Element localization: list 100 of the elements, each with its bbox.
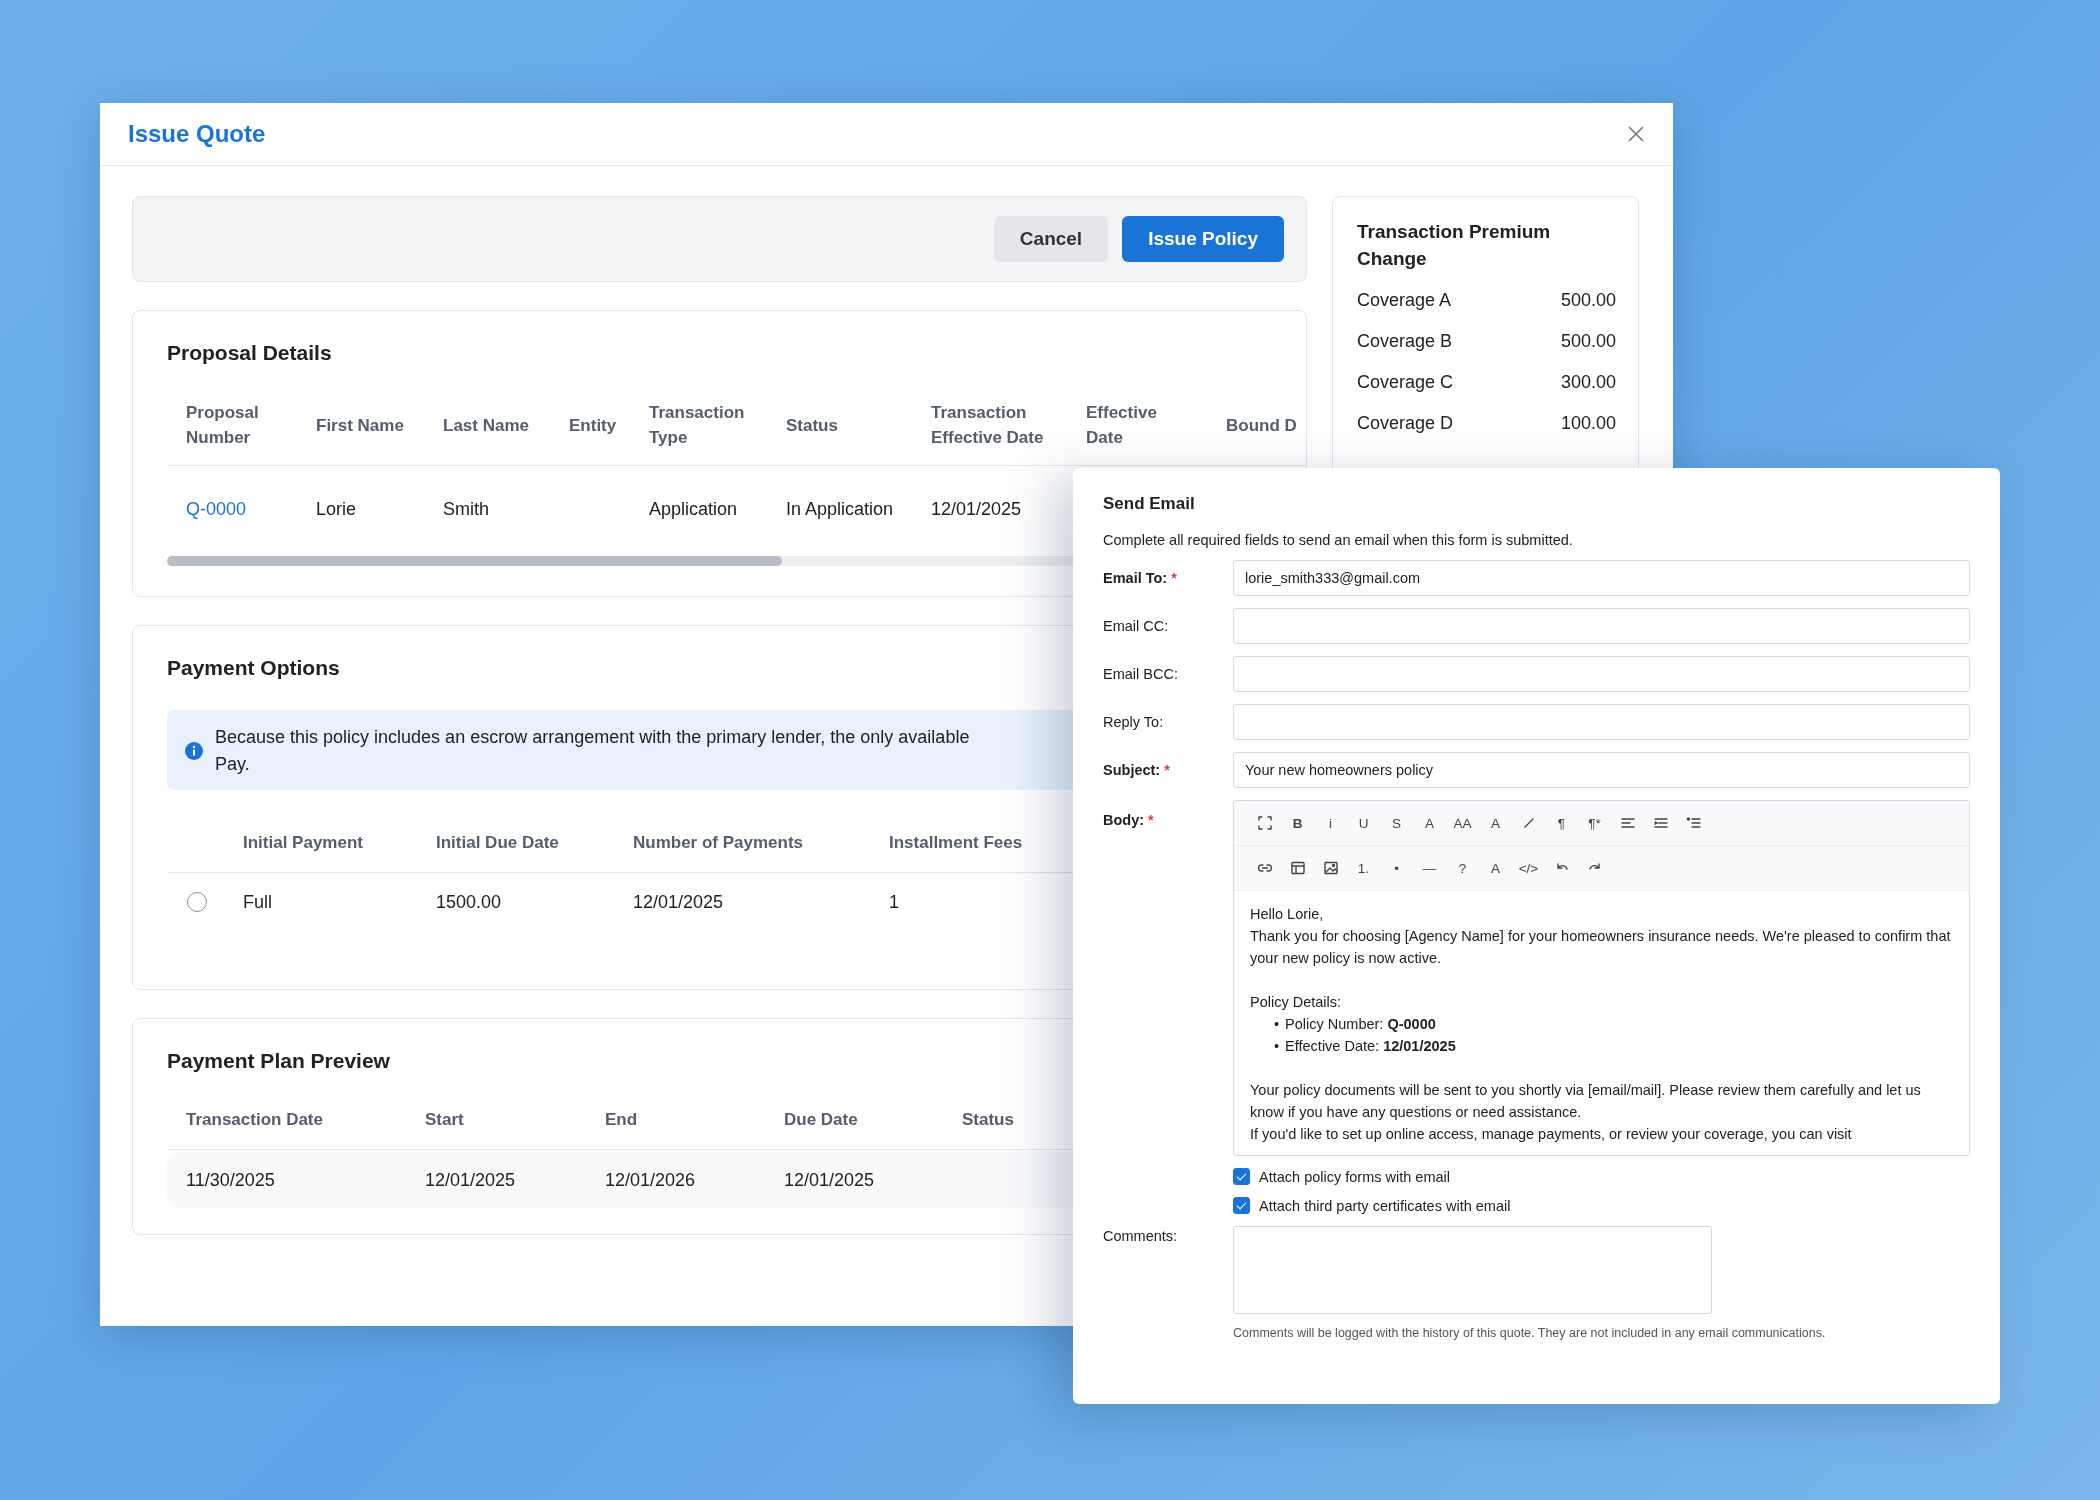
panel-title: Transaction Premium Change <box>1357 220 1552 271</box>
field-label: Subject: * <box>1103 762 1171 778</box>
body-editor[interactable] <box>1233 800 1970 1156</box>
bullet-item: Policy Number: Q-0000 <box>1285 1015 1436 1034</box>
image-icon[interactable] <box>1322 860 1339 876</box>
body-text: Your policy documents will be sent to you shortly via [email/mail]. Please review them carefully and let us know if you have any questions or need assistance. <box>1250 1081 1922 1122</box>
info-icon <box>185 742 203 760</box>
coverage-name: Coverage D <box>1357 413 1454 436</box>
table-cell: 12/01/2026 <box>605 1169 696 1191</box>
notice-text: Because this policy includes an escrow arrangement with the primary lender, the only available Pay. <box>215 726 970 776</box>
column-header: Transaction Effective Date <box>930 402 1045 449</box>
toolbar-button[interactable]: S <box>1380 809 1413 837</box>
body-text: If you'd like to set up online access, manage payments, or review your coverage, you can visit <box>1250 1125 1853 1144</box>
toolbar-button[interactable]: 1. <box>1347 854 1380 882</box>
bullet-marker: • <box>1274 1015 1280 1034</box>
list-icon[interactable] <box>1685 815 1702 831</box>
toolbar-button[interactable]: U <box>1347 809 1380 837</box>
cancel-button[interactable]: Cancel <box>993 216 1109 262</box>
field-label: Body: * <box>1103 811 1155 830</box>
table-cell: 12/01/2025 <box>633 891 724 913</box>
toolbar-button[interactable]: </> <box>1512 854 1545 882</box>
section-title: Proposal Details <box>167 341 332 365</box>
body-text: Policy Details: <box>1250 993 1343 1012</box>
close-icon[interactable] <box>1627 125 1645 143</box>
field-label: Email BCC: <box>1103 666 1179 682</box>
coverage-amount: 300.00 <box>1560 372 1616 395</box>
input-field[interactable]: lorie_smith333@gmail.com <box>1233 560 1970 596</box>
align-left-icon[interactable] <box>1619 815 1636 831</box>
column-header: Status <box>961 1108 1015 1131</box>
table-cell: 12/01/2025 <box>784 1169 875 1191</box>
toolbar-button[interactable]: • <box>1380 854 1413 882</box>
toolbar-button[interactable]: i <box>1314 809 1347 837</box>
column-header: Effective Date <box>1085 402 1158 449</box>
column-header: Number of Payments <box>633 831 805 854</box>
column-header: Start <box>424 1108 465 1131</box>
dialog-title: Issue Quote <box>128 120 266 148</box>
body-text: Thank you for choosing [Agency Name] for your homeowners insurance needs. We're pleased to confirm that your new policy is now active. <box>1250 927 1952 968</box>
table-cell: 1500.00 <box>436 891 502 913</box>
field-label: Email To: * <box>1103 570 1178 586</box>
table-cell-text: Smith <box>442 497 490 521</box>
issue-button[interactable]: Issue Policy <box>1122 216 1284 262</box>
toolbar-button[interactable]: AA <box>1446 809 1479 837</box>
input-field[interactable] <box>1233 704 1970 740</box>
input-field[interactable]: Your new homeowners policy <box>1233 752 1970 788</box>
body-text: Hello Lorie, <box>1250 905 1325 924</box>
field-label: Reply To: <box>1103 714 1165 730</box>
column-header: Proposal Number <box>185 402 260 449</box>
toolbar-button[interactable]: ¶ <box>1545 809 1578 837</box>
column-header: Transaction Date <box>185 1108 324 1131</box>
column-header: Status <box>785 414 839 437</box>
checkbox[interactable] <box>1233 1168 1250 1185</box>
toolbar-button[interactable]: — <box>1413 854 1446 882</box>
hint-text: Comments will be logged with the history of this quote. They are not included in any email communications. <box>1233 1326 1827 1340</box>
toolbar-button[interactable]: A <box>1479 809 1512 837</box>
column-header: Installment Fees <box>889 831 1024 854</box>
toolbar-button[interactable]: A <box>1413 809 1446 837</box>
table-cell-text: Lorie <box>315 497 358 521</box>
column-header: Entity <box>568 414 618 437</box>
description-text: Complete all required fields to send an email when this form is submitted. <box>1103 532 1574 548</box>
column-header: End <box>604 1108 639 1131</box>
input-field[interactable] <box>1233 608 1970 644</box>
field-label: Email CC: <box>1103 618 1170 634</box>
table-cell: 1 <box>889 891 899 913</box>
field-label: Comments: <box>1103 1227 1179 1246</box>
indent-icon[interactable] <box>1652 815 1669 831</box>
table-cell: 12/01/2025 <box>425 1169 516 1191</box>
table-cell-text: Application <box>648 497 739 521</box>
checkbox-label: Attach third party certificates with email <box>1259 1197 1511 1214</box>
coverage-amount: 500.00 <box>1560 290 1616 313</box>
column-header: Bound D <box>1225 414 1298 437</box>
dialog-title: Send Email <box>1103 494 1196 514</box>
table-cell-text: 12/01/2025 <box>930 497 1023 521</box>
column-header: Transaction Type <box>648 402 746 449</box>
coverage-amount: 100.00 <box>1560 413 1616 436</box>
coverage-name: Coverage C <box>1357 372 1454 395</box>
checkbox-label: Attach policy forms with email <box>1259 1168 1450 1185</box>
column-header: Due Date <box>783 1108 859 1131</box>
coverage-name: Coverage B <box>1357 331 1453 354</box>
bullet-item: Effective Date: 12/01/2025 <box>1285 1037 1456 1056</box>
column-header: First Name <box>315 414 405 437</box>
table-cell: Full <box>243 891 272 913</box>
toolbar-button[interactable]: ? <box>1446 854 1479 882</box>
toolbar-button[interactable]: B <box>1281 809 1314 837</box>
bullet-marker: • <box>1274 1037 1280 1056</box>
table-icon[interactable] <box>1289 860 1306 876</box>
fullscreen-icon[interactable] <box>1256 815 1273 831</box>
proposal-link[interactable]: Q-0000 <box>167 466 297 552</box>
column-header: Last Name <box>442 414 530 437</box>
toolbar-button[interactable]: ¶* <box>1578 809 1611 837</box>
checkbox[interactable] <box>1233 1197 1250 1214</box>
input-field[interactable] <box>1233 656 1970 692</box>
column-header: Initial Payment <box>243 831 364 854</box>
column-header: Initial Due Date <box>436 831 560 854</box>
table-cell-text: In Application <box>785 497 895 521</box>
toolbar-button[interactable]: A <box>1479 854 1512 882</box>
comments-field[interactable] <box>1233 1226 1712 1314</box>
table-cell: 11/30/2025 <box>186 1169 275 1191</box>
section-title: Payment Options <box>167 656 340 680</box>
coverage-name: Coverage A <box>1357 290 1452 313</box>
coverage-amount: 500.00 <box>1560 331 1616 354</box>
